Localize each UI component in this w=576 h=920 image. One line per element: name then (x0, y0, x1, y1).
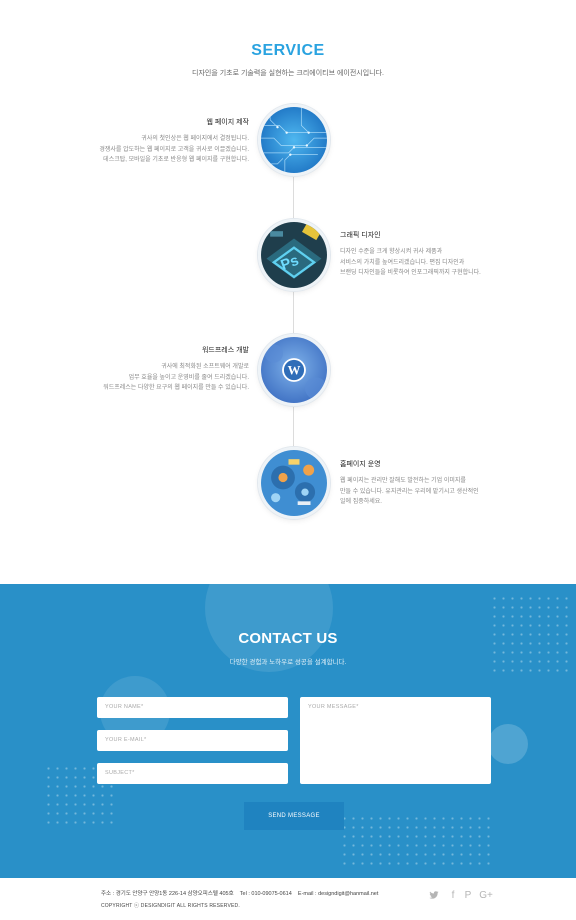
service-item-line: 웹 페이지는 관리만 잘해도 발전하는 기업 이미지를 (340, 478, 466, 484)
photoshop-design-image: Ps (258, 219, 330, 291)
service-section: SERVICE 디자인을 기초로 기술력을 실현하는 크리에이티브 에이전시입니… (0, 0, 576, 584)
pinterest-icon[interactable]: P (462, 890, 474, 902)
email-input[interactable]: YOUR E-MAIL* (97, 730, 288, 751)
service-item-operation: 홈페이지 운영 웹 페이지는 관리만 잘해도 발전하는 기업 이미지를 만들 수… (340, 460, 479, 508)
service-item-line: 서비스의 가치를 높여드리겠습니다. 편집 디자인과 (340, 259, 465, 266)
timeline-line (293, 150, 294, 490)
service-item-line: 일에 집중하세요. (340, 499, 382, 505)
subject-input[interactable]: SUBJECT* (97, 763, 288, 784)
footer-copyright: COPYRIGHT ⓒ DESIGNDIGIT ALL RIGHTS RESER… (101, 903, 240, 909)
google-plus-icon[interactable]: G+ (478, 890, 494, 902)
service-item-graphic: 그래픽 디자인 디자인 수준을 크게 향상시켜 귀사 제품과 서비스의 가치를 … (340, 231, 481, 279)
service-item-line: 귀사의 첫인상은 웹 페이지에서 결정됩니다. (141, 136, 249, 142)
footer-email: E-mail : designdigit@hanmail.net (297, 891, 379, 897)
footer: 주소 : 경기도 안양구 안양1동 226-14 삼양오피스텔 405호 Tel… (0, 878, 576, 920)
service-item-line: 업무 효율을 높이고 운영비를 줄여 드리겠습니다. (128, 374, 249, 381)
service-item-line: 만들 수 있습니다. 유지관리는 우리에 맡기시고 생산적인 (340, 488, 479, 495)
service-item-line: 워드프레스는 다양한 요구의 웹 페이지를 만들 수 있습니다. (103, 385, 249, 391)
service-item-line: 브랜딩 디자인들을 비롯하여 인포그래픽까지 구현합니다. (340, 270, 481, 276)
service-item-web: 웹 페이지 제작 귀사의 첫인상은 웹 페이지에서 결정됩니다. 경쟁사를 압도… (99, 118, 249, 166)
name-input[interactable]: YOUR NAME* (97, 697, 288, 718)
web-circuit-image (258, 104, 330, 176)
service-item-line: 데스크탑, 모바일을 기초로 반응형 웹 페이지를 구현합니다. (103, 157, 249, 163)
service-item-heading: 그래픽 디자인 (340, 232, 381, 239)
service-item-heading: 워드프레스 개발 (201, 347, 249, 354)
contact-title: CONTACT US (238, 630, 338, 647)
service-item-wordpress: 워드프레스 개발 귀사에 최적화된 소프트웨어 개발로 업무 효율을 높이고 운… (103, 346, 249, 394)
service-item-heading: 웹 페이지 제작 (206, 119, 249, 126)
decorative-dot-grid (340, 814, 490, 870)
decorative-circle (488, 724, 528, 764)
svg-text:W: W (288, 364, 301, 378)
service-title: SERVICE (251, 42, 325, 59)
message-textarea[interactable]: YOUR MESSAGE* (300, 697, 491, 784)
contact-subtitle: 다양한 경험과 노하우로 성공을 설계합니다. (229, 659, 347, 666)
service-subtitle: 디자인을 기초로 기술력을 실현하는 크리에이티브 에이전시입니다. (192, 70, 384, 77)
footer-contact-info: 주소 : 경기도 안양구 안양1동 226-14 삼양오피스텔 405호 Tel… (101, 889, 378, 897)
site-management-gears-image (258, 447, 330, 519)
service-item-line: 귀사에 최적화된 소프트웨어 개발로 (161, 364, 249, 370)
footer-address: 주소 : 경기도 안양구 안양1동 226-14 삼양오피스텔 405호 (101, 891, 234, 897)
service-item-line: 경쟁사를 압도하는 웹 페이지로 고객을 귀사로 이끌겠습니다. (99, 146, 249, 153)
service-item-line: 디자인 수준을 크게 향상시켜 귀사 제품과 (340, 249, 443, 255)
footer-tel: Tel : 010-09075-0614 (239, 891, 292, 897)
contact-section: CONTACT US 다양한 경험과 노하우로 성공을 설계합니다. YOUR … (0, 584, 576, 878)
send-message-button[interactable]: SEND MESSAGE (244, 802, 344, 830)
facebook-icon[interactable]: f (447, 890, 459, 902)
wordpress-image: W (258, 334, 330, 406)
twitter-icon[interactable] (428, 890, 440, 904)
service-item-heading: 홈페이지 운영 (340, 461, 381, 468)
